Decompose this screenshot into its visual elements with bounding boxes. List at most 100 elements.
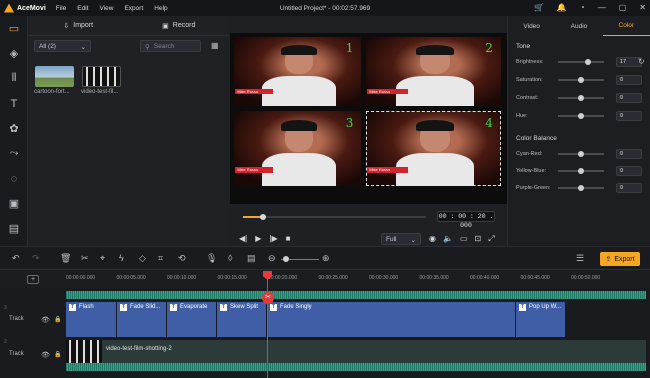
volume-icon[interactable]: 🔈 xyxy=(443,234,453,244)
quality-dropdown[interactable]: Full ⌄ xyxy=(381,233,421,245)
close-icon[interactable]: ✕ xyxy=(639,3,646,12)
add-track-icon[interactable]: + xyxy=(27,275,39,284)
text-clip[interactable]: T Flash xyxy=(66,302,117,337)
reset-icon[interactable]: ↻ xyxy=(638,57,645,66)
slider-track[interactable] xyxy=(558,113,604,119)
slider-track[interactable] xyxy=(558,185,604,191)
zoom-handle[interactable] xyxy=(283,256,289,262)
transition-icon[interactable]: ⤳ xyxy=(0,141,28,166)
aspect-icon[interactable]: ▭ xyxy=(460,234,468,244)
eye-icon[interactable]: 👁 xyxy=(41,316,50,324)
export-button[interactable]: ⇪ Export xyxy=(600,252,640,266)
grid-view-icon[interactable]: ▦ xyxy=(211,41,219,50)
slider-handle[interactable] xyxy=(578,113,584,119)
lower-third: Mike Russo xyxy=(235,167,274,173)
snapshot-icon[interactable]: ◉ xyxy=(429,234,436,244)
undo-icon[interactable]: ↶ xyxy=(12,253,20,264)
menu-help[interactable]: Help xyxy=(154,5,167,12)
tab-color[interactable]: Color xyxy=(602,16,650,36)
account-icon[interactable]: ◔ xyxy=(580,3,585,12)
filter-icon[interactable]: ◌ xyxy=(0,166,28,191)
step-forward-icon[interactable]: |▶ xyxy=(269,234,277,243)
text-clip[interactable]: T Evaporate xyxy=(167,302,217,337)
text-clip[interactable]: T Fade Singly xyxy=(267,302,516,337)
effects-icon[interactable]: ✿ xyxy=(0,116,28,141)
slider-handle[interactable] xyxy=(578,95,584,101)
slider-handle[interactable] xyxy=(578,151,584,157)
slider-track[interactable] xyxy=(558,59,604,65)
preview-cell-selected[interactable]: Mike Russo 4 xyxy=(366,111,501,186)
lock-icon[interactable]: 🔒 xyxy=(54,351,61,358)
fullscreen-icon[interactable]: ⤢ xyxy=(488,234,494,244)
import-button[interactable]: ⇩ Import xyxy=(28,16,129,35)
shield-icon[interactable]: ◊ xyxy=(228,253,232,263)
marker-icon[interactable]: ◇ xyxy=(139,253,146,264)
timeline-ruler[interactable]: 00:00:00.000 00:00:05.000 00:00:10.000 00:0… xyxy=(0,270,650,288)
redo-icon[interactable]: ↷ xyxy=(32,253,40,264)
tab-video[interactable]: Video xyxy=(508,16,555,36)
cart-icon[interactable]: 🛒 xyxy=(534,3,544,12)
slider-handle[interactable] xyxy=(578,168,584,174)
slider-handle[interactable] xyxy=(578,185,584,191)
menu-export[interactable]: Export xyxy=(124,5,143,12)
slider-track[interactable] xyxy=(558,95,604,101)
sticker-icon[interactable]: ▣ xyxy=(0,191,28,216)
media-thumb-video[interactable] xyxy=(82,66,121,87)
value-field[interactable]: 0 xyxy=(616,149,642,159)
zoom-out-icon[interactable]: ⊖ xyxy=(268,253,276,264)
fit-icon[interactable]: ⊡ xyxy=(475,234,482,244)
zoom-in-icon[interactable]: ⊕ xyxy=(322,253,330,264)
delete-icon[interactable]: 🗑 xyxy=(60,253,71,264)
minimize-icon[interactable]: — xyxy=(598,3,606,12)
audio-icon[interactable]: ⫴ xyxy=(0,66,28,91)
value-field[interactable]: 0 xyxy=(616,166,642,176)
record-button[interactable]: ▣ Record xyxy=(129,16,230,35)
playback-scrubber[interactable] xyxy=(243,214,426,220)
menu-edit[interactable]: Edit xyxy=(77,5,88,12)
bell-icon[interactable]: 🔔 xyxy=(557,3,567,12)
template-icon[interactable]: ▤ xyxy=(0,216,28,241)
tab-audio[interactable]: Audio xyxy=(555,16,602,36)
text-clip[interactable]: T Skew Split xyxy=(217,302,267,337)
subtitle-icon[interactable]: ▤ xyxy=(247,253,256,264)
value-field[interactable]: 0 xyxy=(616,183,642,193)
lock-icon[interactable]: 🔒 xyxy=(54,316,61,323)
video-clip[interactable]: video-test-film-shotting-2 xyxy=(66,340,646,363)
preview-canvas[interactable]: Mike Russo 1 Mike Russo 2 Mike Russo 3 Mike… xyxy=(230,33,507,204)
layers-icon[interactable]: ◈ xyxy=(0,41,28,66)
slider-track[interactable] xyxy=(558,151,604,157)
play-icon[interactable]: ▶ xyxy=(255,234,261,243)
slider-handle[interactable] xyxy=(578,77,584,83)
text-icon[interactable]: T xyxy=(0,91,28,116)
slider-label: Brightness: xyxy=(516,59,544,65)
eye-icon[interactable]: 👁 xyxy=(41,351,50,359)
slider-handle[interactable] xyxy=(584,59,591,65)
slider-track[interactable] xyxy=(558,168,604,174)
rotate-icon[interactable]: ⟲ xyxy=(178,253,186,264)
split-scissor-icon[interactable]: ✂ xyxy=(262,292,274,304)
scrubber-handle[interactable] xyxy=(260,214,267,220)
mic-icon[interactable]: 🎙 xyxy=(206,253,217,264)
maximize-icon[interactable]: ▢ xyxy=(619,3,627,12)
stop-icon[interactable]: ■ xyxy=(286,234,291,243)
crop-icon[interactable]: ⌗ xyxy=(158,253,163,264)
media-thumb-cartoon[interactable] xyxy=(35,66,74,87)
value-field[interactable]: 0 xyxy=(616,75,642,85)
menu-view[interactable]: View xyxy=(99,5,113,12)
cut-icon[interactable]: ✂ xyxy=(81,253,89,264)
ruler-tick-label: 00:00:30.000 xyxy=(369,275,399,281)
value-field[interactable]: 0 xyxy=(616,111,642,121)
slider-track[interactable] xyxy=(558,77,604,83)
step-back-icon[interactable]: ◀| xyxy=(239,234,247,243)
settings-icon[interactable]: ☰ xyxy=(576,253,584,264)
split-icon[interactable]: ⌖ xyxy=(100,253,105,264)
search-input[interactable]: ⚲ Search xyxy=(140,40,201,52)
media-icon[interactable]: ▭ xyxy=(0,16,28,41)
value-field[interactable]: 0 xyxy=(616,93,642,103)
speed-icon[interactable]: ϟ xyxy=(119,253,124,263)
media-filter-dropdown[interactable]: All (2) ⌄ xyxy=(34,40,91,52)
menu-file[interactable]: File xyxy=(56,5,66,12)
text-clip[interactable]: T Pop Up W... xyxy=(516,302,566,337)
text-clip[interactable]: T Fade Slid... xyxy=(117,302,167,337)
text-clip-label: Skew Split xyxy=(230,304,259,310)
